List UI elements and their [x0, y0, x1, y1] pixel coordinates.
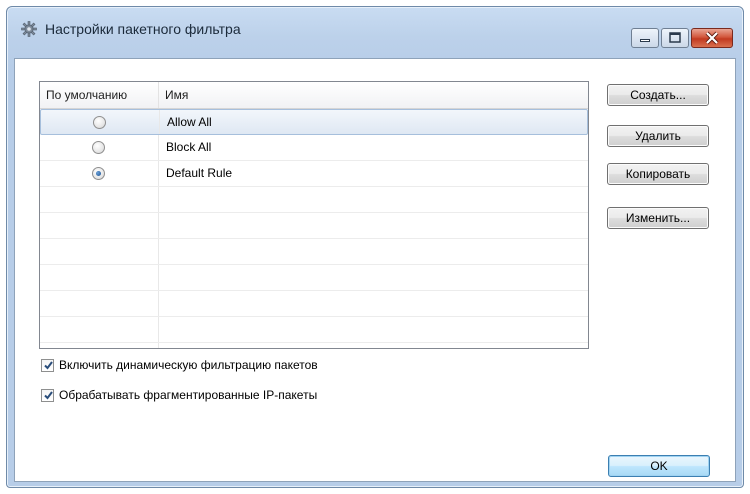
minimize-button[interactable]	[631, 28, 659, 48]
default-cell	[40, 317, 159, 342]
list-row[interactable]: Default Rule	[40, 161, 588, 187]
empty-list-row	[40, 265, 588, 291]
default-cell	[41, 110, 160, 134]
gear-icon	[21, 21, 37, 37]
window-title: Настройки пакетного фильтра	[45, 21, 241, 37]
ok-button[interactable]: OK	[608, 455, 710, 477]
default-radio-button[interactable]	[92, 167, 105, 180]
list-rows: Allow All Block All Default Rule	[40, 109, 588, 348]
checkmark-icon	[44, 390, 53, 400]
checkmark-icon	[44, 360, 53, 370]
rule-name: Default Rule	[166, 166, 233, 180]
edit-button[interactable]: Изменить...	[607, 207, 709, 229]
default-cell	[40, 213, 159, 238]
empty-list-row	[40, 187, 588, 213]
dynamic-filtering-option[interactable]: Включить динамическую фильтрацию пакетов	[41, 357, 318, 373]
empty-list-row	[40, 239, 588, 265]
default-cell	[40, 135, 159, 160]
title-bar[interactable]: Настройки пакетного фильтра	[7, 7, 743, 49]
delete-button[interactable]: Удалить	[607, 125, 709, 147]
fragmented-ip-checkbox[interactable]	[41, 388, 54, 402]
default-radio-button[interactable]	[93, 116, 106, 129]
create-button[interactable]: Создать...	[607, 84, 709, 106]
maximize-icon	[669, 32, 681, 43]
default-cell	[40, 187, 159, 212]
copy-button[interactable]: Копировать	[607, 163, 709, 185]
rule-name: Block All	[166, 140, 212, 154]
default-cell	[40, 239, 159, 264]
close-icon	[705, 31, 719, 45]
column-header-name[interactable]: Имя	[159, 82, 588, 108]
fragmented-ip-label[interactable]: Обрабатывать фрагментированные IP-пакеты	[59, 388, 317, 402]
default-cell	[40, 161, 159, 186]
empty-list-row	[40, 213, 588, 239]
rule-name: Allow All	[167, 115, 212, 129]
empty-list-row	[40, 291, 588, 317]
list-header: По умолчанию Имя	[40, 82, 588, 109]
close-button[interactable]	[691, 28, 733, 48]
default-radio-button[interactable]	[92, 141, 105, 154]
default-cell	[40, 291, 159, 316]
column-header-default[interactable]: По умолчанию	[40, 82, 159, 108]
list-row[interactable]: Allow All	[40, 109, 588, 135]
empty-list-row	[40, 343, 588, 348]
fragmented-ip-option[interactable]: Обрабатывать фрагментированные IP-пакеты	[41, 387, 317, 403]
maximize-button[interactable]	[661, 28, 689, 48]
caption-buttons	[631, 28, 733, 52]
dynamic-filtering-checkbox[interactable]	[41, 358, 54, 372]
empty-list-row	[40, 317, 588, 343]
filter-rules-list[interactable]: По умолчанию Имя Allow All Block All Defau…	[39, 81, 589, 349]
dialog-window: Настройки пакетного фильтра По умолчанию…	[6, 6, 744, 488]
list-row[interactable]: Block All	[40, 135, 588, 161]
dynamic-filtering-label[interactable]: Включить динамическую фильтрацию пакетов	[59, 358, 318, 372]
minimize-icon	[640, 39, 650, 42]
default-cell	[40, 343, 159, 348]
default-cell	[40, 265, 159, 290]
dialog-client-area: По умолчанию Имя Allow All Block All Defau…	[14, 58, 736, 482]
